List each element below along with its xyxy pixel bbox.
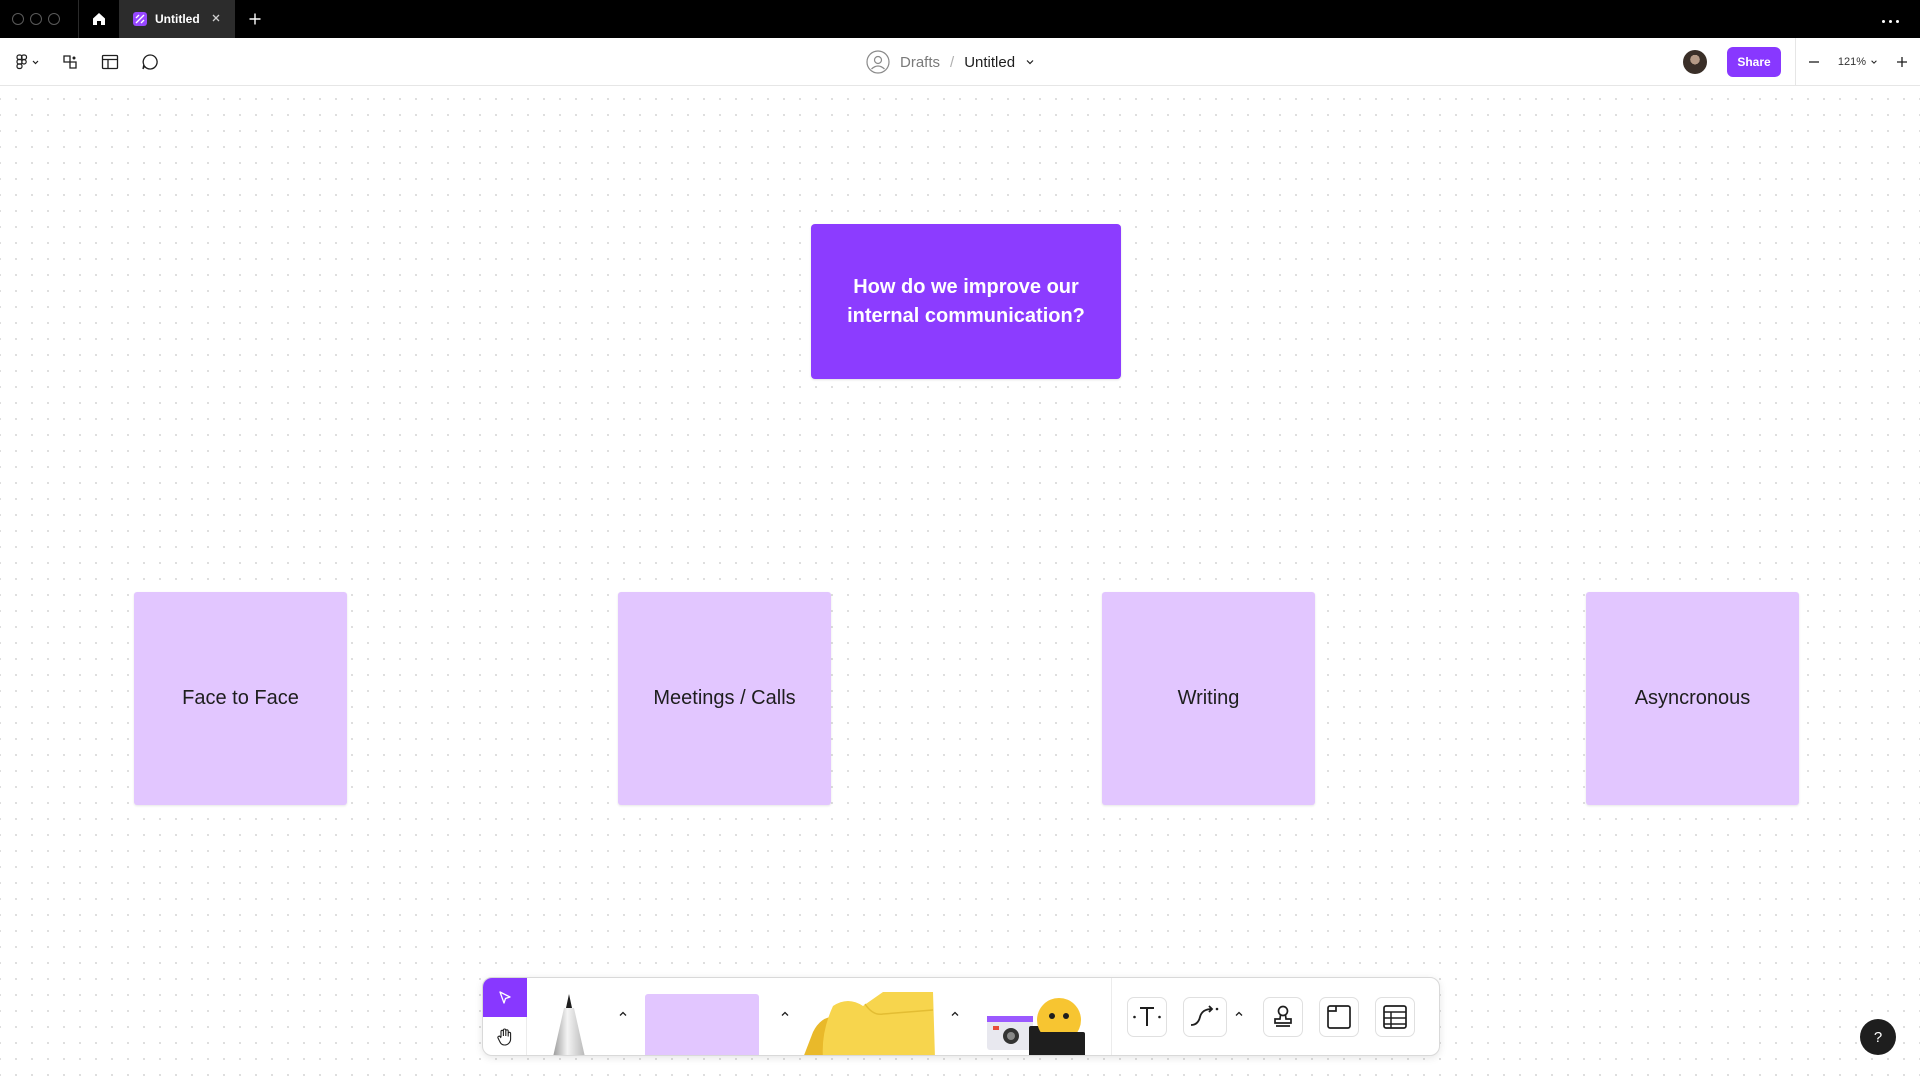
marker-tool[interactable] (549, 992, 589, 1056)
sticky-note-tool[interactable] (645, 994, 759, 1055)
file-tab[interactable]: Untitled (119, 0, 235, 38)
stamp-icon (1274, 1005, 1292, 1027)
tab-title: Untitled (155, 12, 200, 26)
hand-tool-button[interactable] (483, 1017, 527, 1055)
zoom-in-button[interactable] (1884, 44, 1920, 80)
mode-switcher (483, 978, 527, 1055)
text-tool-icon (1133, 1007, 1161, 1026)
sticky-options-button[interactable] (777, 1006, 793, 1022)
chevron-up-icon (1235, 1011, 1243, 1016)
shapes-options-button[interactable] (947, 1006, 963, 1022)
close-window-button[interactable] (12, 13, 24, 25)
section-tool-icon (1327, 1005, 1351, 1029)
avatar[interactable] (1683, 50, 1707, 74)
main-menu-button[interactable] (8, 44, 48, 80)
table-tool-button[interactable] (1375, 997, 1415, 1037)
move-tool-button[interactable] (483, 978, 527, 1017)
top-toolbar: Drafts / Untitled Share 121% (0, 38, 1920, 86)
window-controls (0, 13, 78, 25)
zoom-dropdown[interactable]: 121% (1832, 56, 1884, 68)
tab-bar: Untitled (0, 0, 1920, 38)
tool-dock (482, 977, 1440, 1056)
plus-icon (249, 13, 261, 25)
zoom-out-button[interactable] (1796, 44, 1832, 80)
share-button[interactable]: Share (1727, 47, 1781, 77)
hand-tool-icon (497, 1028, 512, 1046)
new-tab-button[interactable] (235, 0, 275, 38)
home-icon (93, 13, 105, 25)
table-tool-icon (1383, 1005, 1407, 1029)
text-tool-button[interactable] (1127, 997, 1167, 1037)
figma-logo-icon (16, 54, 39, 70)
templates-button[interactable] (92, 44, 128, 80)
chevron-down-icon (1871, 60, 1877, 64)
connector-tool-button[interactable] (1183, 997, 1227, 1037)
marker-options-button[interactable] (615, 1006, 631, 1022)
user-placeholder-icon (866, 50, 890, 74)
move-tool-icon (499, 990, 511, 1004)
breadcrumb-separator: / (950, 53, 955, 71)
comment-button[interactable] (132, 44, 168, 80)
board-canvas[interactable]: How do we improve our internal communica… (0, 87, 1920, 1080)
minus-icon (1809, 61, 1819, 63)
sticky-note[interactable]: Face to Face (134, 592, 347, 805)
zoom-controls: 121% (1795, 38, 1920, 86)
question-card[interactable]: How do we improve our internal communica… (811, 224, 1121, 379)
connector-options-button[interactable] (1231, 1006, 1247, 1022)
stamps-tool[interactable] (983, 996, 1087, 1056)
plus-icon (1897, 57, 1907, 67)
zoom-value: 121% (1837, 56, 1867, 68)
chevron-down-icon[interactable] (1025, 57, 1035, 67)
minimize-window-button[interactable] (30, 13, 42, 25)
chevron-up-icon (619, 1011, 627, 1016)
shapes-tool[interactable] (793, 992, 935, 1056)
chevron-up-icon (781, 1011, 789, 1016)
more-options-button[interactable] (1870, 0, 1910, 38)
connector-tool-icon (1190, 1005, 1219, 1026)
templates-icon (101, 54, 119, 70)
sticky-note[interactable]: Meetings / Calls (618, 592, 831, 805)
breadcrumb-drafts[interactable]: Drafts (900, 54, 940, 71)
comment-icon (142, 54, 158, 70)
divider (1111, 978, 1112, 1055)
stamp-button[interactable] (1263, 997, 1303, 1037)
ellipsis-icon (1880, 10, 1901, 28)
maximize-window-button[interactable] (48, 13, 60, 25)
sticky-note[interactable]: Asyncronous (1586, 592, 1799, 805)
help-button[interactable]: ? (1860, 1019, 1896, 1055)
close-tab-icon[interactable] (209, 11, 223, 25)
file-name[interactable]: Untitled (964, 54, 1015, 71)
ai-tools-button[interactable] (52, 44, 88, 80)
home-button[interactable] (79, 0, 119, 38)
sticky-note[interactable]: Writing (1102, 592, 1315, 805)
breadcrumb: Drafts / Untitled (866, 38, 1035, 86)
figjam-file-icon (133, 12, 147, 26)
chevron-up-icon (951, 1011, 959, 1016)
section-tool-button[interactable] (1319, 997, 1359, 1037)
ai-tools-icon (63, 55, 77, 69)
